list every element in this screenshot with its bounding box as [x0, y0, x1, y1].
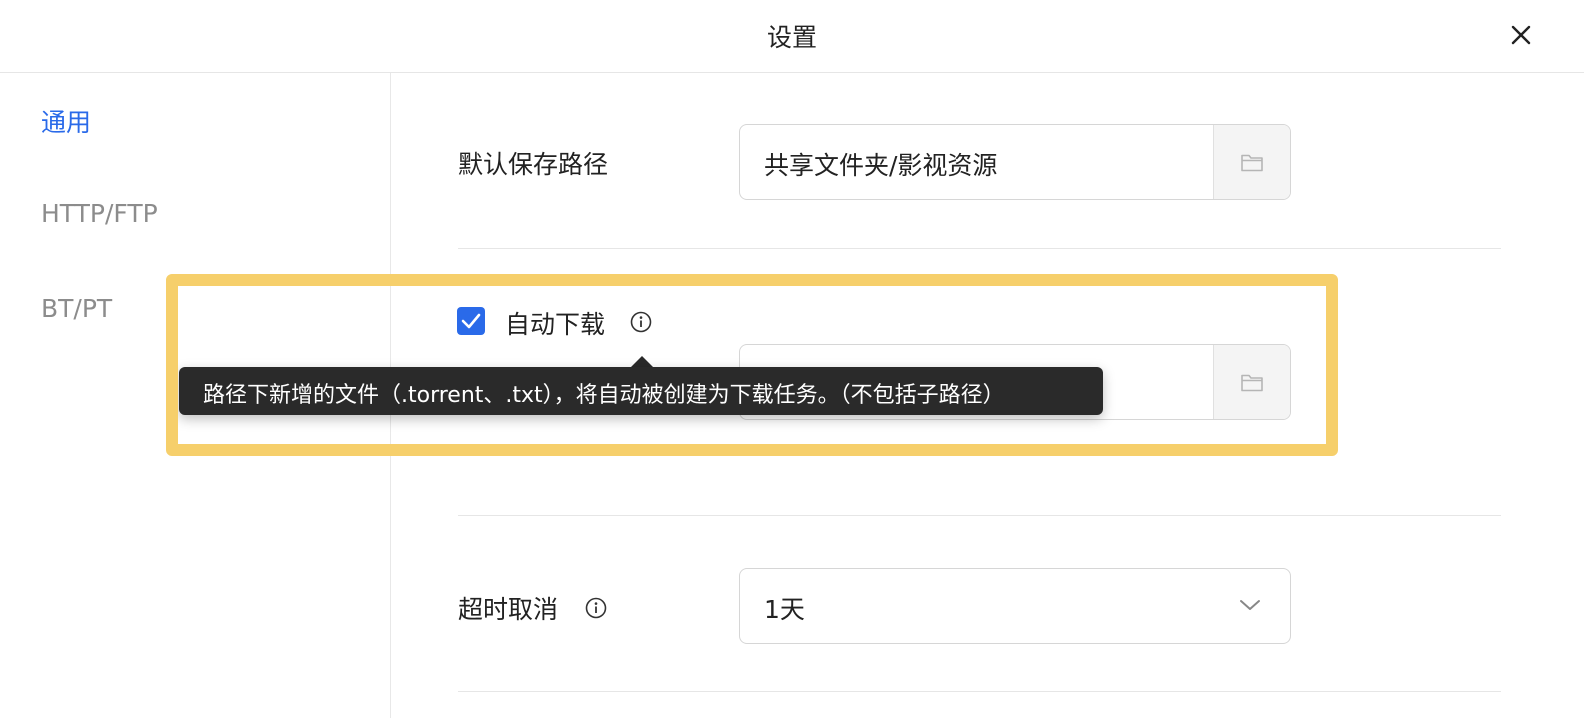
settings-dialog: 设置 通用 HTTP/FTP BT/PT 默认保存路径 共享文件夹/影视资源 自… — [0, 0, 1584, 718]
default-path-value: 共享文件夹/影视资源 — [764, 151, 998, 180]
info-icon[interactable] — [630, 311, 652, 333]
info-icon[interactable] — [585, 597, 607, 619]
divider — [458, 691, 1501, 692]
divider — [458, 515, 1501, 516]
folder-icon — [1241, 154, 1263, 172]
folder-icon — [1241, 374, 1263, 392]
browse-folder-button[interactable] — [1213, 125, 1290, 199]
browse-folder-button[interactable] — [1213, 345, 1290, 419]
auto-download-tooltip: 路径下新增的文件（.torrent、.txt），将自动被创建为下载任务。（不包括… — [179, 367, 1103, 415]
tooltip-arrow — [631, 356, 653, 367]
sidebar-item-bt-pt[interactable]: BT/PT — [41, 294, 112, 323]
checkmark-icon — [461, 313, 481, 329]
dialog-title: 设置 — [766, 23, 817, 52]
auto-download-label: 自动下载 — [505, 310, 606, 339]
timeout-value: 1天 — [764, 595, 805, 624]
sidebar-item-http-ftp[interactable]: HTTP/FTP — [41, 199, 158, 228]
default-path-field[interactable]: 共享文件夹/影视资源 — [739, 124, 1291, 200]
sidebar-item-general[interactable]: 通用 — [41, 103, 91, 139]
auto-download-checkbox[interactable] — [457, 307, 485, 335]
timeout-select[interactable]: 1天 — [739, 568, 1291, 644]
tooltip-text: 路径下新增的文件（.torrent、.txt），将自动被创建为下载任务。（不包括… — [203, 383, 1005, 408]
chevron-down-icon — [1240, 600, 1260, 610]
divider — [458, 248, 1501, 249]
close-button[interactable] — [1506, 20, 1536, 50]
dialog-header: 设置 — [0, 0, 1584, 73]
default-path-label: 默认保存路径 — [458, 150, 609, 179]
timeout-label: 超时取消 — [458, 595, 559, 624]
close-icon — [1511, 25, 1531, 45]
